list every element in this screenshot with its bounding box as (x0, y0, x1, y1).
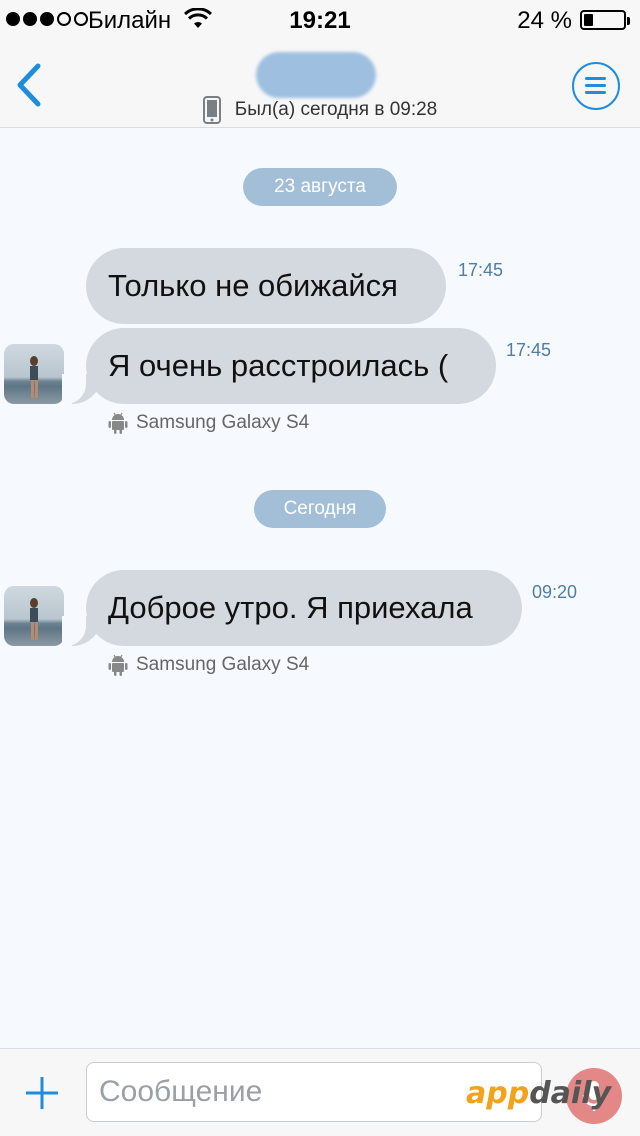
watermark-part-daily: daily (529, 1076, 612, 1111)
last-seen-text: Был(а) сегодня в 09:28 (234, 99, 438, 120)
date-separator-label: 23 августа (274, 176, 366, 197)
contact-avatar[interactable] (4, 344, 64, 404)
contact-name-redacted[interactable] (256, 52, 376, 98)
person-photo (30, 356, 38, 398)
person-photo (30, 598, 38, 640)
contact-avatar[interactable] (4, 586, 64, 646)
battery-icon (580, 10, 630, 30)
message-time: 09:20 (532, 582, 578, 602)
message-bubble[interactable]: Доброе утро. Я приехала (62, 570, 522, 646)
plus-icon[interactable] (24, 1075, 60, 1111)
battery-level (584, 14, 593, 26)
message-time: 17:45 (458, 260, 504, 280)
message-text: Я очень расстроилась ( (108, 348, 449, 383)
date-separator-label: Сегодня (283, 498, 357, 519)
device-name: Samsung Galaxy S4 (136, 412, 310, 433)
message-bubble[interactable]: Я очень расстроилась ( (62, 328, 496, 404)
date-separator: 23 августа (243, 168, 397, 206)
status-bar: Билайн 19:21 24 % (0, 0, 640, 40)
device-name: Samsung Galaxy S4 (136, 654, 310, 675)
message-text: Доброе утро. Я приехала (108, 590, 473, 625)
device-label: Samsung Galaxy S4 (108, 412, 309, 434)
message-text: Только не обижайся (108, 268, 398, 303)
watermark-part-app: app (466, 1076, 530, 1111)
presence-status: Был(а) сегодня в 09:28 (0, 96, 640, 124)
android-icon (108, 412, 128, 434)
phone-icon (202, 96, 221, 124)
chat-header: Был(а) сегодня в 09:28 (0, 40, 640, 128)
message-time: 17:45 (506, 340, 552, 360)
message-bubble[interactable]: Только не обижайся (86, 248, 446, 324)
menu-icon[interactable] (572, 62, 620, 110)
android-icon (108, 654, 128, 676)
appdaily-watermark: appdaily (466, 1076, 611, 1111)
battery-percent: 24 % (517, 7, 572, 34)
date-separator: Сегодня (254, 490, 386, 528)
device-label: Samsung Galaxy S4 (108, 654, 309, 676)
